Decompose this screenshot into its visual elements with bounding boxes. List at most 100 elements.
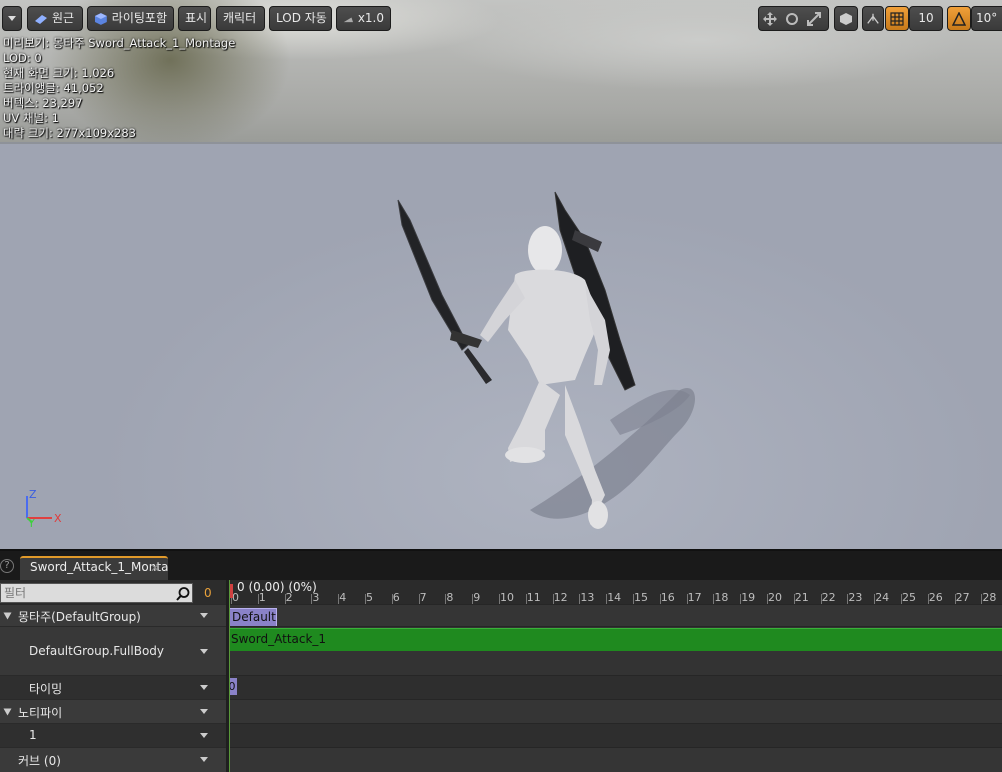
ruler-tick-label: 22 [821,591,836,604]
ruler-tick-label: 25 [902,591,916,604]
ruler-tick-label: 14 [607,591,622,604]
slot-track[interactable]: Sword_Attack_1 [229,626,1002,675]
chevron-down-icon [8,16,16,21]
character-menu-button[interactable]: 캐릭터 [216,6,265,31]
lod-label: LOD 자동 [276,11,327,25]
stats-lod: LOD: 0 [3,51,42,65]
ruler-tick-label: 18 [714,591,729,604]
axis-y-label: Y [28,517,35,530]
ruler-tick-label: 17 [687,591,702,604]
chevron-down-icon[interactable] [200,757,208,762]
track-notifies[interactable]: 노티파이 [0,699,226,723]
section-default-label: Default [232,610,276,624]
time-readout: 0 (0.00) (0%) [237,580,317,594]
scale-icon[interactable] [806,11,822,27]
perspective-icon [35,14,47,24]
coordinate-space-button[interactable] [834,6,858,31]
grid-snap-toggle[interactable] [885,6,909,31]
collapse-icon[interactable] [3,708,12,716]
close-icon[interactable]: ✕ [150,561,160,575]
track-curves[interactable]: 커브 (0) [0,747,226,772]
ruler-tick-label: 12 [553,591,568,604]
angle-snap-value-label: 10° [976,11,998,25]
perspective-label: 원근 [52,11,75,25]
chevron-down-icon[interactable] [200,709,208,714]
ruler-tick-label: 6 [392,591,400,604]
montage-section-track[interactable]: Default [229,604,1002,627]
show-menu-button[interactable]: 표시 [178,6,211,31]
tab-montage[interactable]: Sword_Attack_1_Montage ✕ [20,556,168,580]
angle-snap-toggle[interactable] [947,6,971,31]
timing-marker[interactable]: 0 [229,678,237,695]
lod-button[interactable]: LOD 자동 [269,6,332,31]
section-default[interactable]: Default [229,608,277,627]
tab-label: Sword_Attack_1_Montage [30,560,168,574]
ruler-tick-label: 7 [419,591,427,604]
character-torso [508,269,600,385]
show-label: 표시 [185,11,208,25]
stats-preview: 미리보기: 몽타주 Sword_Attack_1_Montage [3,36,236,50]
track-notify-1-label: 1 [29,728,37,742]
chevron-down-icon[interactable] [200,613,208,618]
track-slot[interactable]: DefaultGroup.FullBody [0,626,226,675]
ruler-tick-label: 5 [366,591,373,604]
time-ruler[interactable]: 0 1 2 3 4 5 6 7 8 9 10 11 12 13 14 15 16 17 18 19 20 21 22 23 24… [229,580,1002,604]
viewport-stats: 미리보기: 몽타주 Sword_Attack_1_Montage LOD: 0 … [3,36,235,141]
ruler-tick-label: 15 [634,591,648,604]
lighting-mode-button[interactable]: 라이팅포함 [87,6,174,31]
viewport-options-button[interactable] [2,6,22,31]
left-sword [397,199,469,351]
track-montage-group-label: 몽타주(DefaultGroup) [18,610,141,624]
montage-editor-panel: ? Sword_Attack_1_Montage ✕ 필터 0 몽타주(Defa… [0,549,1002,772]
perspective-button[interactable]: 원근 [27,6,83,31]
viewport[interactable]: 원근 라이팅포함 표시 캐릭터 LOD 자동 x1.0 10 10° 미리보기:… [0,0,1002,549]
playhead-line [229,580,230,772]
search-icon[interactable] [175,586,191,602]
chevron-down-icon[interactable] [200,649,208,654]
speed-label: x1.0 [357,11,384,25]
playback-speed-button[interactable]: x1.0 [336,6,391,31]
stats-vertices: 버텍스: 23,297 [3,96,83,110]
chevron-down-icon[interactable] [200,733,208,738]
transform-tools-group [758,6,829,31]
timeline[interactable]: 0 1 2 3 4 5 6 7 8 9 10 11 12 13 14 15 16 17 18 19 20 21 22 23 24… [229,580,1002,772]
anim-segment[interactable]: Sword_Attack_1 [229,628,1002,651]
character-head [528,226,562,274]
filter-placeholder: 필터 [4,586,27,600]
ruler-tick-label: 13 [580,591,595,604]
ruler-tick-label: 8 [446,591,454,604]
curves-track[interactable] [229,747,1002,772]
track-montage-group[interactable]: 몽타주(DefaultGroup) [0,604,226,626]
ruler-tick-label: 4 [339,591,347,604]
collapse-icon[interactable] [3,612,12,620]
ruler-tick-label: 28 [982,591,997,604]
tab-bar: ? Sword_Attack_1_Montage ✕ [0,549,1002,580]
timing-track[interactable]: 0 [229,675,1002,699]
ruler-tick-label: 23 [848,591,863,604]
stats-uv-channels: UV 채널: 1 [3,111,59,125]
character-label: 캐릭터 [223,11,257,25]
stats-screen-size: 현재 화면 크기: 1.026 [3,66,115,80]
grid-icon [890,11,904,26]
axis-gizmo: Z Y X [18,486,78,536]
notifies-track[interactable] [229,699,1002,723]
track-list: 필터 0 몽타주(DefaultGroup) DefaultGroup.Full… [0,580,226,772]
ruler-tick-label: 11 [526,591,541,604]
stats-approx-size: 대략 크기: 277x109x283 [3,126,136,140]
filter-input[interactable]: 필터 [0,583,193,603]
translate-icon[interactable] [762,11,778,27]
angle-snap-value[interactable]: 10° [971,6,1002,31]
speed-icon [343,16,354,22]
surface-snap-button[interactable] [862,6,884,31]
surface-snap-icon [867,13,879,24]
axis-z-label: Z [29,488,37,501]
axis-x-label: X [54,512,62,525]
rotate-icon[interactable] [784,11,800,27]
chevron-down-icon[interactable] [200,685,208,690]
track-notify-1[interactable]: 1 [0,723,226,747]
grid-snap-value[interactable]: 10 [909,6,943,31]
notify-track-1[interactable] [229,723,1002,747]
help-icon[interactable]: ? [0,559,14,573]
ruler-tick-label: 10 [500,591,514,604]
track-timing[interactable]: 타이밍 [0,675,226,699]
